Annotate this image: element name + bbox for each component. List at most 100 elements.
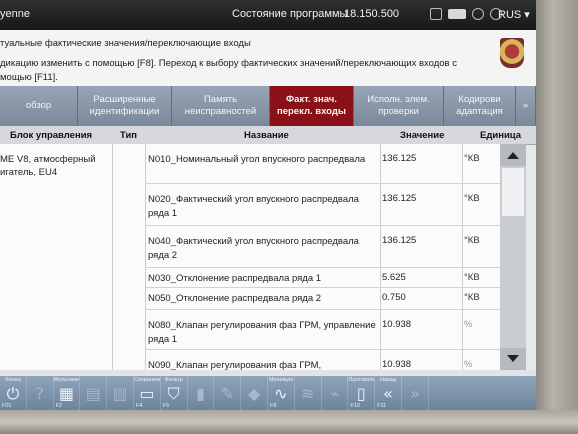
fkey-number: F2 [55, 403, 63, 409]
column-ecu[interactable]: Блок управления [10, 130, 92, 141]
tab-actuator-tests[interactable]: Исполн. элем. проверки [354, 86, 444, 126]
tab-label: Кодирови адаптация [456, 94, 503, 117]
column-name[interactable]: Название [244, 130, 289, 141]
multimeter-icon: ▦ [58, 384, 75, 403]
value-name: N020_Фактический угол впускного распредв… [148, 194, 359, 219]
diagnostic-screen: yenne Состояние программы 18.150.500 RUS… [0, 0, 536, 410]
table-row[interactable]: N090_Клапан регулирования фаз ГРМ, 10.93… [146, 350, 500, 370]
ignition-icon [472, 8, 484, 20]
value-name: N080_Клапан регулирования фаз ГРМ, управ… [148, 320, 376, 345]
value-unit: °КВ [464, 292, 480, 303]
wave-icon: ≋ [300, 384, 315, 403]
table-row[interactable]: N050_Отклонение распредвала ряда 2 0.750… [146, 288, 500, 310]
value-name: N050_Отклонение распредвала ряда 2 [148, 293, 322, 304]
tab-label: Память неисправностей [184, 94, 257, 117]
fkey-number: F8 [269, 403, 277, 409]
tab-fault-memory[interactable]: Память неисправностей [172, 86, 270, 126]
value-name: N090_Клапан регулирования фаз ГРМ, [148, 360, 322, 370]
tab-label: обзор [25, 100, 52, 111]
status-icons [430, 6, 502, 22]
tab-overview[interactable]: обзор [0, 86, 78, 126]
program-state-label: Состояние программы [232, 8, 348, 20]
fkey-save[interactable]: Сохранение▭F4 [134, 376, 161, 410]
value-name: N030_Отклонение распредвала ряда 1 [148, 273, 322, 284]
monitor-bezel-bottom [0, 410, 578, 434]
signal-icon: ⌁ [329, 384, 340, 403]
table-row[interactable]: N020_Фактический угол впускного распредв… [146, 184, 500, 226]
function-key-bar: Конец⏻F01 ? Мультиметр▦F2 ▤ ▥ Сохранение… [0, 376, 536, 410]
fkey-number: F01 [2, 403, 12, 409]
fkey-blank-e[interactable]: ◆ [241, 376, 268, 410]
fkey-forward[interactable]: » [402, 376, 429, 410]
scroll-up-button[interactable] [500, 144, 526, 166]
arrow-down-icon [507, 355, 519, 362]
edit-icon: ✎ [220, 384, 234, 403]
table-scrollbar[interactable] [500, 144, 526, 370]
ecu-label: ME V8, атмосферный игатель, EU4 [0, 154, 96, 178]
waveform-icon: ∿ [274, 384, 288, 403]
fkey-number: F4 [135, 403, 143, 409]
value-unit: °КВ [464, 153, 480, 164]
fkey-protocols[interactable]: Протоколы ▯ F10 [348, 376, 376, 410]
value-unit: % [464, 359, 473, 370]
tab-extended-identification[interactable]: Расширенные идентификации [78, 86, 172, 126]
fkey-minimum[interactable]: Минимум ∿ F8 [268, 376, 295, 410]
language-selector[interactable]: RUS ▾ [498, 8, 530, 21]
fkey-back[interactable]: Назад «F11 [375, 376, 402, 410]
monitor-bezel-right [536, 0, 578, 434]
fkey-multimeter[interactable]: Мультиметр▦F2 [54, 376, 81, 410]
fkey-blank-c[interactable]: ▮ [188, 376, 215, 410]
tab-scroll-right[interactable]: » [516, 86, 536, 126]
fkey-blank-f[interactable]: ≋ [295, 376, 322, 410]
keyboard-icon [430, 8, 442, 20]
ecu-name: ME V8, атмосферный игатель, EU4 [0, 144, 112, 184]
list-icon: ▥ [112, 384, 128, 403]
column-type[interactable]: Тип [120, 130, 137, 141]
value-reading: 136.125 [382, 235, 417, 246]
value-reading: 5.625 [382, 272, 406, 283]
program-version: 18.150.500 [344, 8, 400, 20]
tab-label: Расширенные идентификации [89, 94, 160, 117]
tab-scroll-arrow: » [522, 100, 529, 111]
value-unit: °КВ [464, 235, 480, 246]
table-row[interactable]: N030_Отклонение распредвала ряда 1 5.625… [146, 268, 500, 288]
tab-actual-values[interactable]: Факт. знач. перекл. входы [270, 86, 354, 126]
column-unit[interactable]: Единица [480, 130, 521, 141]
connection-icon [448, 9, 466, 19]
value-unit: °КВ [464, 272, 480, 283]
fkey-number: F11 [377, 403, 387, 409]
table-row[interactable]: N040_Фактический угол впускного распредв… [146, 226, 500, 268]
fkey-exit[interactable]: Конец ⏻ F01 [0, 376, 27, 410]
column-value[interactable]: Значение [400, 130, 444, 141]
brand-crest-logo [500, 38, 524, 68]
fkey-label: Мультиметр [53, 377, 80, 383]
forward-icon: » [409, 384, 420, 403]
fkey-label: Конец [5, 377, 21, 383]
fkey-label: Назад [380, 377, 396, 383]
fkey-help[interactable]: ? [27, 376, 54, 410]
value-unit: % [464, 319, 473, 330]
table-row[interactable]: N010_Номинальный угол впускного распредв… [146, 144, 500, 184]
help-icon: ? [35, 384, 44, 403]
scrollbar-thumb[interactable] [502, 168, 524, 216]
vehicle-model: yenne [0, 8, 30, 20]
fkey-label: Протоколы [348, 377, 375, 383]
filter-icon: ⛉ [167, 384, 180, 403]
title-bar: yenne Состояние программы 18.150.500 RUS… [0, 0, 536, 30]
value-reading: 0.750 [382, 292, 406, 303]
info-text-line-1: дикацию изменить с помощью [F8]. Переход… [0, 58, 457, 69]
tab-label: Факт. знач. перекл. входы [276, 94, 346, 117]
fkey-number: F10 [350, 403, 360, 409]
scroll-down-button[interactable] [500, 348, 526, 370]
fkey-blank-d[interactable]: ✎ [214, 376, 242, 410]
info-text-line-2: мощью [F11]. [0, 72, 58, 83]
fkey-blank-g[interactable]: ⌁ [322, 376, 349, 410]
tab-label: Исполн. элем. проверки [367, 94, 430, 117]
tab-coding-adaptation[interactable]: Кодирови адаптация [444, 86, 516, 126]
fkey-filter[interactable]: Фильтр ⛉ F5 [161, 376, 188, 410]
table-row[interactable]: N080_Клапан регулирования фаз ГРМ, управ… [146, 310, 500, 350]
fkey-label: Сохранение [133, 377, 160, 383]
value-reading: 10.938 [382, 359, 412, 370]
fkey-blank-b[interactable]: ▥ [107, 376, 134, 410]
fkey-blank-a[interactable]: ▤ [80, 376, 108, 410]
